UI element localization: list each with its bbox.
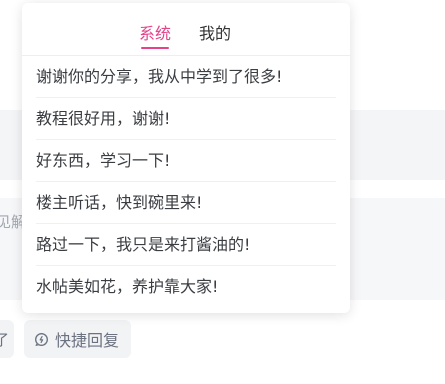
toolbar-button-label: 了 (0, 330, 9, 349)
reply-item[interactable]: 路过一下，我只是来打酱油的! (36, 224, 336, 266)
quick-reply-popup: 系统 我的 谢谢你的分享，我从中学到了很多! 教程很好用，谢谢! 好东西，学习一… (22, 3, 350, 313)
toolbar-button[interactable]: 了 (0, 320, 14, 358)
reply-item[interactable]: 水帖美如花，养护靠大家! (36, 266, 336, 307)
tab-mine[interactable]: 我的 (199, 20, 231, 44)
reply-list: 谢谢你的分享，我从中学到了很多! 教程很好用，谢谢! 好东西，学习一下! 楼主听… (22, 56, 350, 307)
reply-item[interactable]: 谢谢你的分享，我从中学到了很多! (36, 56, 336, 98)
reply-item[interactable]: 楼主听话，快到碗里来! (36, 182, 336, 224)
reply-item[interactable]: 教程很好用，谢谢! (36, 98, 336, 140)
quick-reply-tabs: 系统 我的 (22, 3, 350, 56)
tab-system[interactable]: 系统 (139, 20, 171, 49)
reply-item[interactable]: 好东西，学习一下! (36, 140, 336, 182)
quick-reply-button[interactable]: 快捷回复 (24, 320, 132, 358)
message-circle-icon (34, 332, 49, 347)
quick-reply-label: 快捷回复 (55, 331, 120, 350)
